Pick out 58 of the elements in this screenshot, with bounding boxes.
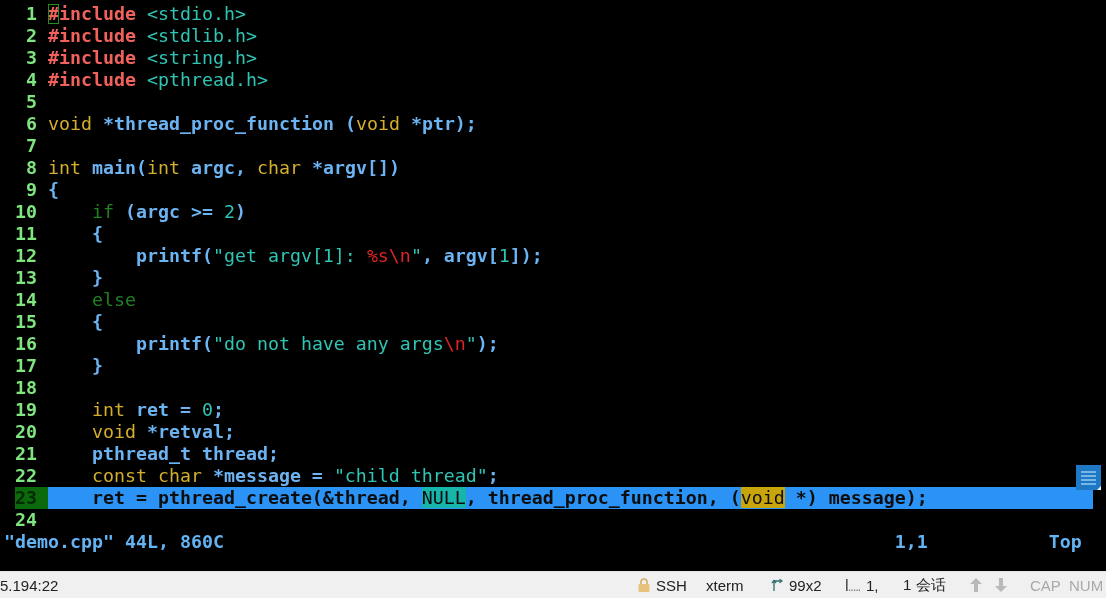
cursor-position: 1, xyxy=(866,576,879,594)
line-number: 8 xyxy=(24,157,38,179)
line-number: 7 xyxy=(24,135,38,157)
code-line: #include <stdlib.h> xyxy=(47,25,257,47)
line-number: 14 xyxy=(15,289,38,311)
line-number: 19 xyxy=(15,399,38,421)
code-line: void *thread_proc_function (void *ptr); xyxy=(47,113,477,135)
code-line: pthread_t thread; xyxy=(91,443,279,465)
line-number: 17 xyxy=(15,355,38,377)
line-number: 5 xyxy=(24,91,38,113)
line-number: 10 xyxy=(15,201,38,223)
session-count: 1 会话 xyxy=(903,575,946,595)
line-number: 3 xyxy=(24,47,38,69)
line-number: 21 xyxy=(15,443,38,465)
code-line: } xyxy=(91,267,103,289)
line-number: 18 xyxy=(15,377,38,399)
code-line: if (argc >= 2) xyxy=(91,201,246,223)
line-number: 20 xyxy=(15,421,38,443)
protocol-label: SSH xyxy=(656,576,687,594)
line-number: 24 xyxy=(15,509,38,531)
lock-icon xyxy=(638,578,650,592)
code-line: void *retval; xyxy=(91,421,235,443)
key-indicator: NUM xyxy=(1069,576,1104,594)
scroll-position: Top xyxy=(1048,531,1082,553)
code-line: int main(int argc, char *argv[]) xyxy=(47,157,400,179)
ruler-icon xyxy=(846,579,860,591)
cursor-position: 1,1 xyxy=(894,531,928,553)
code-line: #include <string.h> xyxy=(47,47,257,69)
list-icon[interactable] xyxy=(1076,465,1101,490)
code-line: else xyxy=(91,289,136,311)
line-number: 1 xyxy=(24,3,38,25)
line-number: 23 xyxy=(15,487,48,509)
code-line: { xyxy=(91,223,103,245)
code-line: const char *message = "child thread"; xyxy=(91,465,499,487)
code-line: #include <pthread.h> xyxy=(47,69,268,91)
host-address: 5.194:22 xyxy=(0,576,59,594)
code-line: printf("do not have any args\n"); xyxy=(135,333,499,355)
code-line: printf("get argv[1]: %s\n", argv[1]); xyxy=(135,245,543,267)
file-info-message: "demo.cpp" 44L, 860C xyxy=(4,531,224,553)
line-number: 13 xyxy=(15,267,38,289)
line-number: 11 xyxy=(15,223,38,245)
code-line: int ret = 0; xyxy=(91,399,224,421)
line-number: 6 xyxy=(24,113,38,135)
code-line: { xyxy=(47,179,59,201)
line-number: 15 xyxy=(15,311,38,333)
line-number: 16 xyxy=(15,333,38,355)
key-indicator: CAP xyxy=(1030,576,1061,594)
line-number: 12 xyxy=(15,245,38,267)
code-line: { xyxy=(91,311,103,333)
line-number: 22 xyxy=(15,465,38,487)
line-number: 9 xyxy=(24,179,38,201)
terminal-type: xterm xyxy=(706,576,744,594)
code-line: } xyxy=(91,355,103,377)
line-number: 4 xyxy=(24,69,38,91)
terminal-size: 99x2 xyxy=(789,576,822,594)
line-number: 2 xyxy=(24,25,38,47)
code-line: ret = pthread_create(&thread, NULL, thread_proc_function, (void *) message); xyxy=(91,487,928,509)
resize-arrows-icon xyxy=(771,578,783,592)
